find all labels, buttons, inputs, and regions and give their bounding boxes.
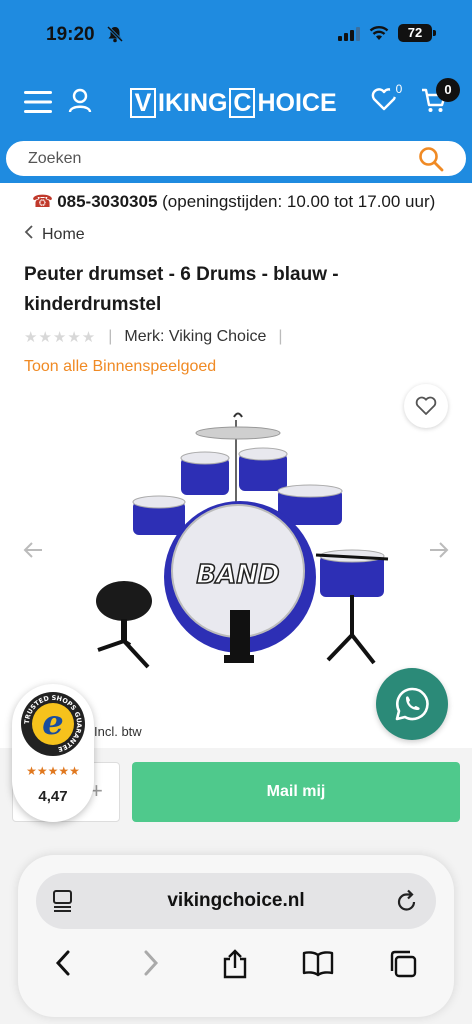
phone-number[interactable]: 085-3030305 xyxy=(57,192,157,211)
wifi-icon xyxy=(369,25,389,46)
reload-icon[interactable] xyxy=(396,889,418,918)
wishlist-count-badge: 0 xyxy=(390,80,408,98)
bell-muted-icon xyxy=(106,25,124,48)
trusted-shops-logo: e xyxy=(32,703,74,745)
meta-separator-2: | xyxy=(278,328,283,345)
battery-tip xyxy=(433,30,436,36)
logo-letter-c: C xyxy=(229,88,256,118)
search-icon[interactable] xyxy=(418,146,444,177)
product-meta: ★★★★★ | Merk: Viking Choice | xyxy=(24,326,295,348)
browser-toolbar: vikingchoice.nl xyxy=(18,855,454,1017)
user-account-icon[interactable] xyxy=(68,88,92,119)
chevron-left-icon xyxy=(24,225,34,244)
meta-separator: | xyxy=(108,328,113,345)
logo-letter-v: V xyxy=(130,88,156,118)
search-input[interactable] xyxy=(28,147,408,171)
url-text[interactable]: vikingchoice.nl xyxy=(36,873,436,929)
breadcrumb-home[interactable]: Home xyxy=(42,226,85,244)
whatsapp-icon xyxy=(395,687,429,721)
cellular-signal-icon xyxy=(338,27,360,46)
status-bar: 19:20 72 xyxy=(0,18,472,52)
logo-text-hoice: HOICE xyxy=(257,88,337,117)
whatsapp-chat-button[interactable] xyxy=(376,668,448,740)
logo-text-iking: IKING xyxy=(158,88,228,117)
site-logo[interactable]: V IKING C HOICE xyxy=(130,88,337,118)
heart-outline-icon xyxy=(415,396,437,415)
gallery-prev-arrow-icon[interactable] xyxy=(22,540,44,565)
mail-me-button[interactable]: Mail mij xyxy=(132,762,460,822)
back-arrow-icon[interactable] xyxy=(54,949,72,982)
contact-phone-line: ☎ 085-3030305 (openingstijden: 10.00 tot … xyxy=(32,192,435,212)
vat-note: Incl. btw xyxy=(94,724,142,739)
telephone-icon: ☎ xyxy=(32,192,54,211)
battery-indicator: 72 xyxy=(398,24,432,42)
address-bar[interactable]: vikingchoice.nl xyxy=(36,873,436,929)
trusted-shops-badge[interactable]: TRUSTED SHOPS GUARANTEE e ★★★★★ 4,47 xyxy=(12,684,94,822)
search-bar xyxy=(4,139,468,178)
bookmarks-book-icon[interactable] xyxy=(302,949,334,982)
cart-count-badge: 0 xyxy=(436,78,460,102)
site-header: V IKING C HOICE 0 0 xyxy=(0,78,472,126)
brand-name[interactable]: Viking Choice xyxy=(169,328,267,346)
trusted-shops-stars: ★★★★★ xyxy=(26,764,80,778)
breadcrumb[interactable]: Home xyxy=(24,225,85,244)
status-time: 19:20 xyxy=(46,24,95,45)
brand-label: Merk: xyxy=(124,328,165,345)
trusted-shops-seal: TRUSTED SHOPS GUARANTEE e xyxy=(21,692,85,756)
gallery-next-arrow-icon[interactable] xyxy=(428,540,450,565)
trusted-shops-score: 4,47 xyxy=(38,788,68,805)
top-header-area: 19:20 72 V IKING C HOICE 0 0 Zoeken xyxy=(0,0,472,183)
product-title: Peuter drumset - 6 Drums - blauw - kinde… xyxy=(24,264,339,315)
forward-arrow-icon[interactable] xyxy=(142,949,160,982)
category-link[interactable]: Toon alle Binnenspeelgoed xyxy=(24,358,216,376)
product-image[interactable]: BAND xyxy=(88,405,398,680)
favorite-button[interactable] xyxy=(404,384,448,428)
hamburger-menu-icon[interactable] xyxy=(24,89,54,120)
tabs-icon[interactable] xyxy=(388,949,418,984)
share-icon[interactable] xyxy=(221,949,249,984)
opening-hours: (openingstijden: 10.00 tot 17.00 uur) xyxy=(162,192,436,211)
rating-stars[interactable]: ★★★★★ xyxy=(24,328,96,346)
drum-band-text: BAND xyxy=(196,560,279,590)
